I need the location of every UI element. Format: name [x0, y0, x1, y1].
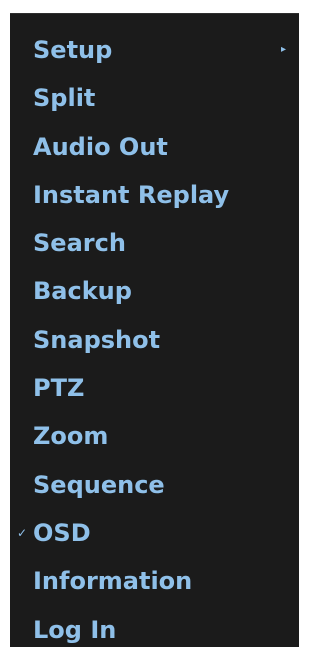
menu-item-label: Search [33, 229, 126, 258]
menu-item-label: Backup [33, 277, 132, 306]
menu-item-split[interactable]: Split [10, 74, 299, 122]
menu-item-zoom[interactable]: Zoom [10, 412, 299, 460]
menu-item-label: Split [33, 84, 96, 113]
menu-item-label: Sequence [33, 470, 165, 499]
menu-item-information[interactable]: Information [10, 557, 299, 605]
menu-item-label: Audio Out [33, 132, 168, 161]
menu-item-ptz[interactable]: PTZ [10, 364, 299, 412]
menu-item-label: Zoom [33, 422, 109, 451]
menu-item-label: Instant Replay [33, 180, 230, 209]
menu-item-audio-out[interactable]: Audio Out [10, 123, 299, 171]
menu-list: Setup ▸ Split Audio Out Instant Replay S… [10, 14, 299, 647]
checkmark-icon: ✓ [17, 525, 28, 540]
menu-item-search[interactable]: Search [10, 219, 299, 267]
menu-item-label: Setup [33, 36, 113, 64]
menu-item-label: Snapshot [33, 325, 161, 354]
menu-item-label: OSD [33, 518, 91, 547]
menu-item-label: Log In [33, 615, 117, 644]
menu-item-sequence[interactable]: Sequence [10, 461, 299, 509]
menu-item-snapshot[interactable]: Snapshot [10, 316, 299, 364]
menu-item-osd[interactable]: ✓ OSD [10, 509, 299, 557]
chevron-right-icon: ▸ [281, 44, 287, 55]
menu-item-label: Information [33, 567, 193, 596]
context-menu: Setup ▸ Split Audio Out Instant Replay S… [10, 13, 299, 647]
menu-item-log-in[interactable]: Log In [10, 606, 299, 647]
menu-item-label: PTZ [33, 374, 85, 403]
menu-item-backup[interactable]: Backup [10, 267, 299, 315]
menu-item-instant-replay[interactable]: Instant Replay [10, 171, 299, 219]
menu-item-setup[interactable]: Setup ▸ [10, 26, 299, 74]
